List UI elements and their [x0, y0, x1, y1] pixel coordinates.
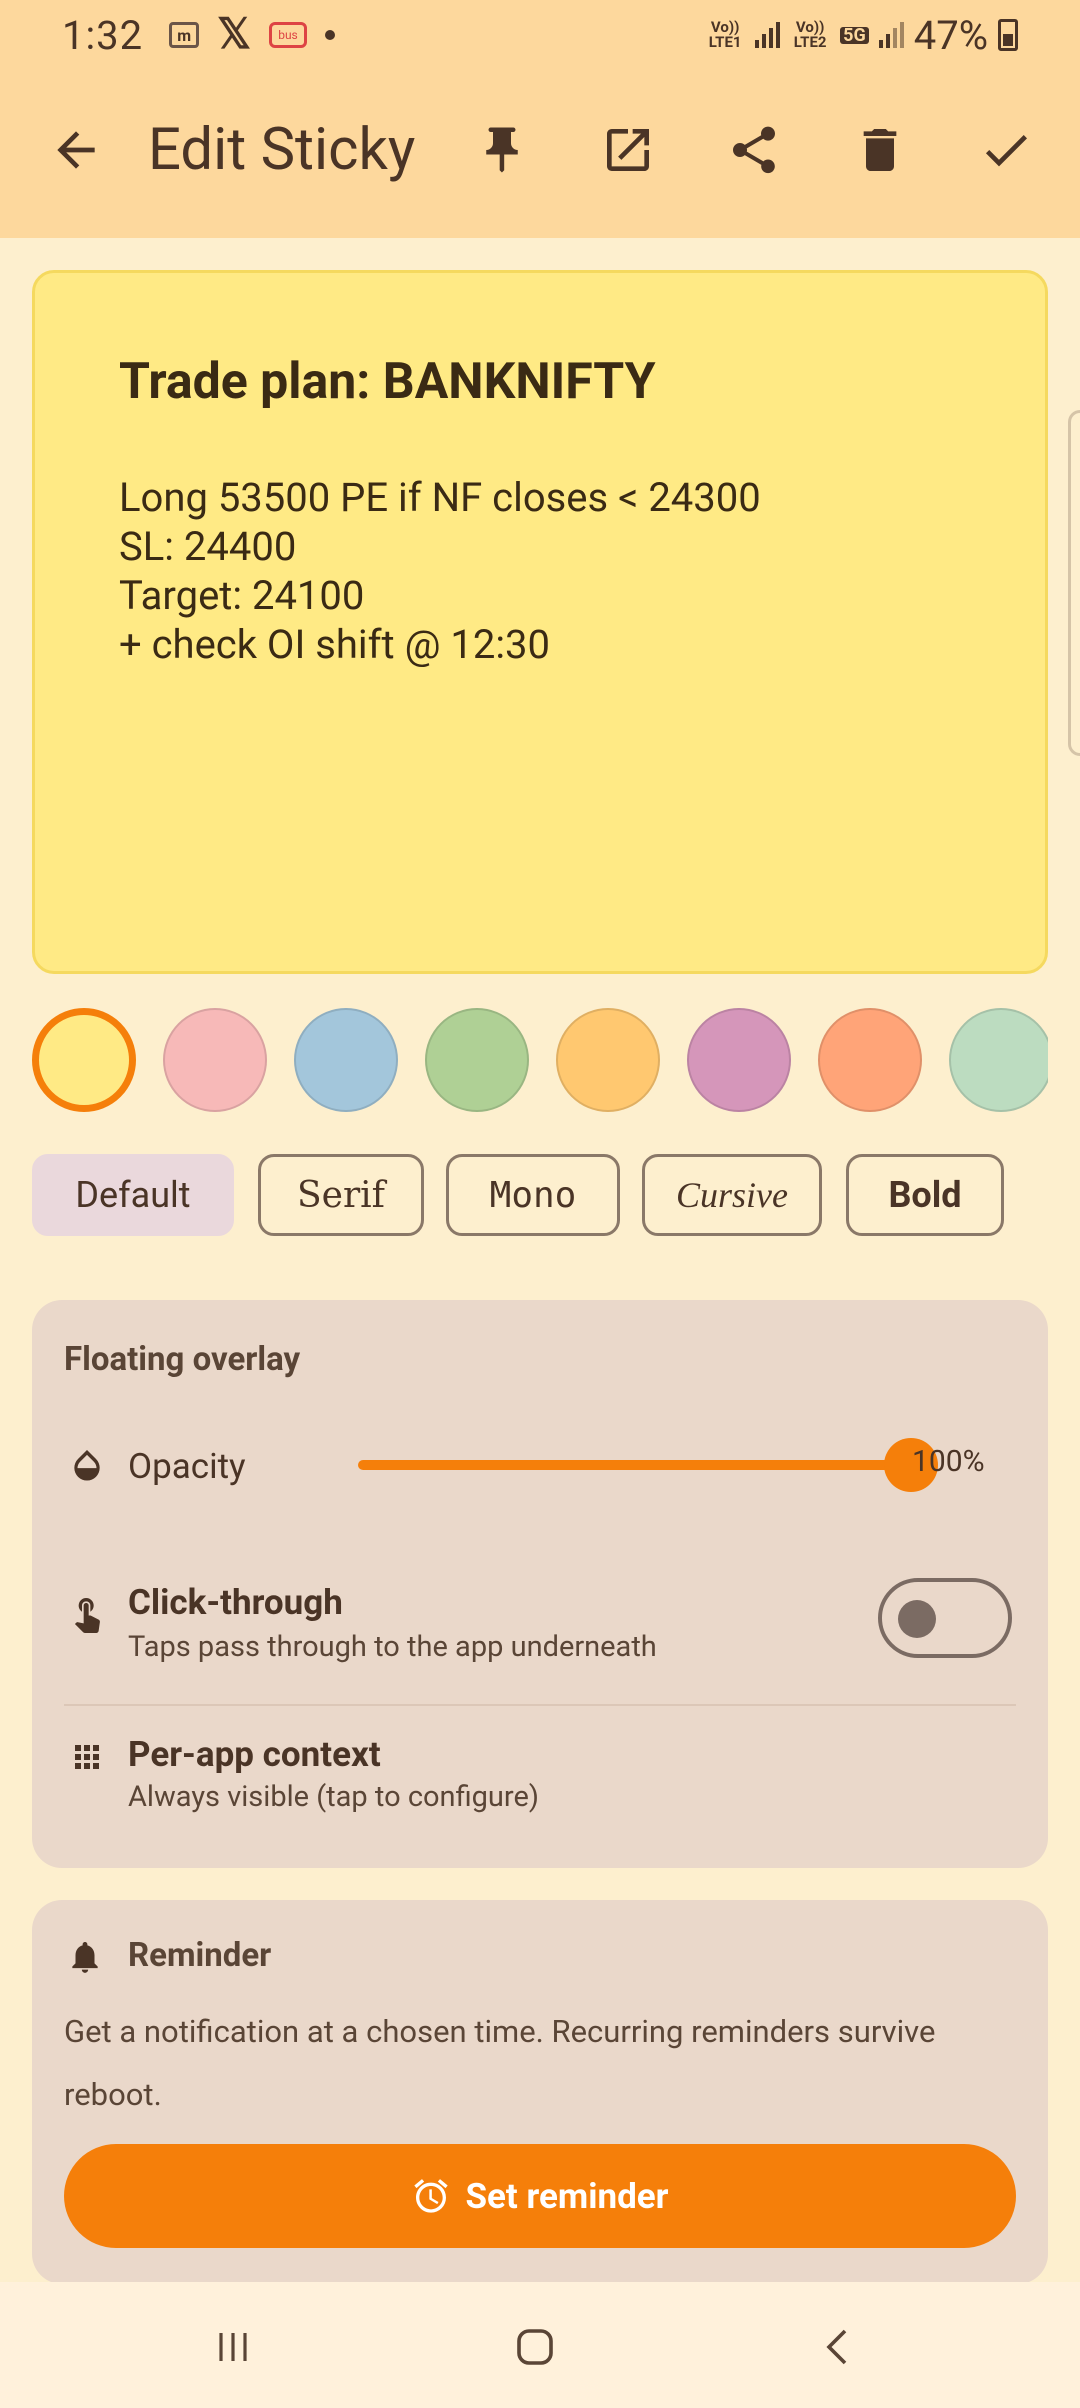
signal-2-icon [878, 22, 904, 48]
note-body-field[interactable]: Long 53500 PE if NF closes < 24300 SL: 2… [119, 473, 961, 669]
note-title-field[interactable]: Trade plan: BANKNIFTY [119, 353, 961, 411]
per-app-context-description: Always visible (tap to configure) [128, 1780, 539, 1814]
app-bar: Edit Sticky [0, 70, 1080, 238]
back-nav-button[interactable] [804, 2312, 874, 2382]
home-button[interactable] [500, 2312, 570, 2382]
reminder-title: Reminder [128, 1936, 272, 1975]
swatch-orange[interactable] [556, 1008, 660, 1112]
battery-icon [998, 19, 1018, 51]
share-icon [733, 126, 775, 174]
note-editor[interactable]: Trade plan: BANKNIFTY Long 53500 PE if N… [32, 270, 1048, 974]
apps-grid-icon [66, 1736, 108, 1778]
notification-icons: m 𝕏 bus [169, 14, 335, 56]
status-time: 1:32 [62, 11, 144, 59]
share-button[interactable] [724, 120, 784, 180]
swatch-green[interactable] [425, 1008, 529, 1112]
page-title: Edit Sticky [148, 116, 416, 184]
signal-1-icon [755, 22, 781, 48]
floating-overlay-card: Floating overlay Opacity 100% Click-thro… [32, 1300, 1048, 1868]
more-notifications-icon [324, 30, 335, 40]
delete-icon [863, 129, 897, 171]
font-cursive-chip[interactable]: Cursive [642, 1154, 822, 1236]
swatch-peach[interactable] [818, 1008, 922, 1112]
overlay-section-title: Floating overlay [64, 1340, 301, 1379]
status-bar: 1:32 m 𝕏 bus Vo)) LTE1 Vo)) LTE2 5G 47% [0, 0, 1080, 70]
click-through-label: Click-through [128, 1582, 343, 1623]
check-icon [985, 135, 1027, 167]
home-icon [517, 2329, 553, 2365]
save-button[interactable] [976, 120, 1036, 180]
reminder-card: Reminder Get a notification at a chosen … [32, 1900, 1048, 2284]
redbus-app-icon: bus [268, 22, 307, 48]
status-right: Vo)) LTE1 Vo)) LTE2 5G 47% [705, 12, 1018, 59]
toggle-knob [898, 1600, 936, 1638]
swatch-pink[interactable] [163, 1008, 267, 1112]
click-through-toggle[interactable] [878, 1578, 1012, 1658]
font-serif-chip[interactable]: Serif [258, 1154, 424, 1236]
swatch-blue[interactable] [294, 1008, 398, 1112]
set-reminder-button[interactable]: Set reminder [64, 2144, 1016, 2248]
edge-handle[interactable] [1068, 410, 1080, 756]
opacity-icon [66, 1444, 108, 1486]
delete-button[interactable] [850, 120, 910, 180]
swatch-yellow[interactable] [32, 1008, 136, 1112]
x-app-icon: 𝕏 [217, 10, 251, 59]
swatch-purple[interactable] [687, 1008, 791, 1112]
font-default-chip[interactable]: Default [32, 1154, 234, 1236]
back-chevron-icon [826, 2329, 847, 2365]
open-external-icon [607, 129, 649, 171]
opacity-label: Opacity [128, 1446, 246, 1487]
back-arrow-icon [57, 131, 95, 169]
pin-button[interactable] [472, 120, 532, 180]
open-overlay-button[interactable] [598, 120, 658, 180]
opacity-value: 100% [912, 1444, 985, 1479]
back-button[interactable] [48, 122, 104, 178]
color-swatch-row[interactable] [32, 1006, 1048, 1112]
click-through-description: Taps pass through to the app underneath [128, 1630, 657, 1664]
opacity-slider-track[interactable] [358, 1460, 918, 1470]
per-app-context-label[interactable]: Per-app context [128, 1734, 381, 1775]
pin-icon [486, 127, 518, 173]
swatch-mint[interactable] [949, 1008, 1048, 1112]
font-mono-chip[interactable]: Mono [446, 1154, 620, 1236]
recents-button[interactable] [198, 2312, 268, 2382]
bell-icon [64, 1936, 106, 1978]
divider [64, 1704, 1016, 1706]
recents-icon [219, 2333, 247, 2361]
font-bold-chip[interactable]: Bold [846, 1154, 1004, 1236]
alarm-icon [414, 2179, 449, 2213]
reminder-description: Get a notification at a chosen time. Rec… [64, 2013, 936, 2113]
battery-percent: 47% [913, 11, 988, 59]
touch-icon [66, 1592, 108, 1634]
5g-icon: 5G [840, 26, 869, 44]
m-app-icon: m [169, 22, 200, 48]
set-reminder-label: Set reminder [465, 2175, 669, 2217]
sim2-volte-icon: Vo)) LTE2 [793, 18, 827, 51]
system-navigation-bar [0, 2282, 1080, 2408]
sim1-volte-icon: Vo)) LTE1 [708, 18, 742, 51]
